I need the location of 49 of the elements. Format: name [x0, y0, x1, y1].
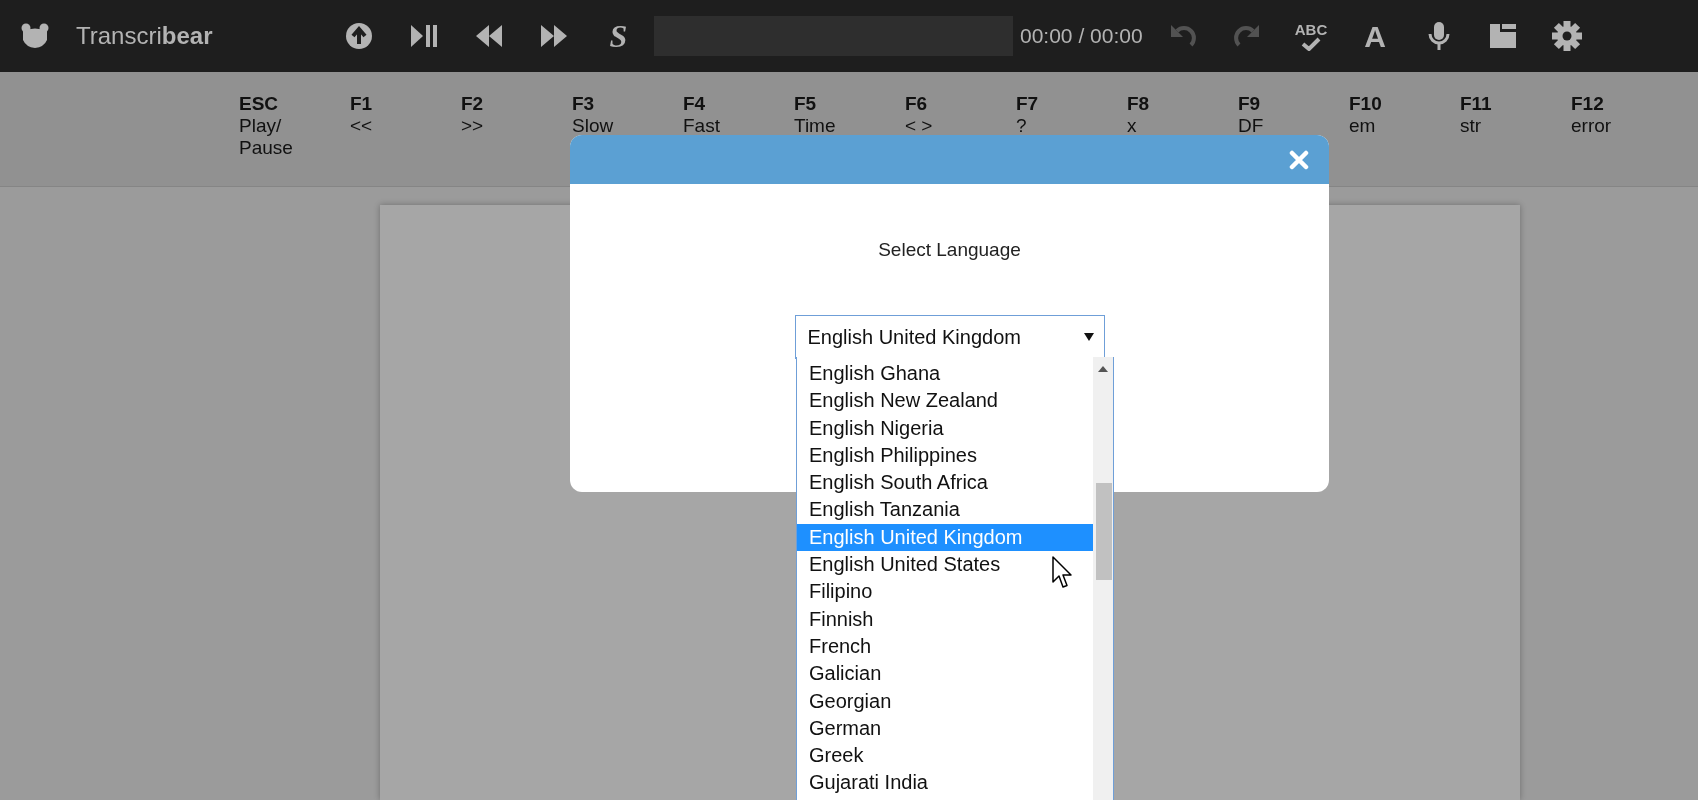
dialog-prompt: Select Language	[877, 238, 1022, 262]
time-display: 00:00 / 00:00	[1019, 23, 1144, 50]
hotkey-key: F7	[1016, 93, 1127, 115]
dropdown-option[interactable]: Greek	[797, 742, 1095, 770]
hotkey-label: Slow	[572, 114, 615, 137]
dropdown-option[interactable]: English South Africa	[797, 469, 1095, 497]
hotkey-key: ESC	[239, 93, 350, 115]
dropdown-option[interactable]: English Philippines	[797, 441, 1095, 470]
hotkey-label: Play/ Pause	[239, 114, 294, 159]
hotkey-key: F3	[572, 93, 683, 115]
hotkey-label: x	[1127, 114, 1138, 137]
hotkey-key: F4	[683, 93, 794, 115]
hotkey-label: ?	[1016, 114, 1028, 137]
dropdown-option[interactable]: Georgian	[797, 687, 1095, 715]
app-title: Transcribear	[76, 21, 214, 51]
dropdown-option[interactable]: English Ghana	[797, 360, 1095, 388]
hotkey-key: F2	[461, 93, 572, 115]
slow-button[interactable]: S	[586, 11, 651, 61]
hotkey-key: F8	[1127, 93, 1238, 115]
hotkey-key: F1	[350, 93, 461, 115]
spellcheck-button[interactable]: ABC	[1279, 11, 1343, 61]
hotkey-key: F9	[1238, 93, 1349, 115]
hotkey-label: em	[1349, 114, 1377, 137]
dropdown-option[interactable]: English New Zealand	[797, 387, 1095, 415]
dropdown-option[interactable]: German	[797, 714, 1095, 743]
hotkey-label: error	[1571, 114, 1613, 137]
hotkey-label: Time	[794, 114, 837, 137]
dropdown-option[interactable]: English Tanzania	[797, 496, 1095, 524]
language-select[interactable]: English United Kingdom	[794, 314, 1105, 359]
hotkey-key: F5	[794, 93, 905, 115]
dropdown-option[interactable]: French	[797, 632, 1095, 661]
dropdown-option[interactable]: Gujarati India	[797, 769, 1095, 797]
spellcheck-label: ABC	[1294, 21, 1328, 37]
dropdown-option[interactable]: English Nigeria	[797, 414, 1095, 442]
dropdown-option[interactable]: Filipino	[797, 578, 1095, 606]
dropdown-option[interactable]: Galician	[797, 660, 1095, 688]
hotkey-label: >>	[461, 114, 485, 137]
dropdown-option[interactable]: English United States	[797, 551, 1095, 579]
hotkey-key: F10	[1349, 93, 1460, 115]
hotkey-label: str	[1460, 114, 1483, 137]
hotkey-key: F6	[905, 93, 1016, 115]
hotkey-key: F11	[1460, 93, 1571, 115]
hotkey-label: <<	[350, 114, 374, 137]
hotkey-label: DF	[1238, 114, 1265, 137]
font-button[interactable]: A	[1343, 11, 1407, 61]
hotkey-label: < >	[905, 114, 934, 137]
dropdown-option[interactable]: Finnish	[797, 605, 1095, 633]
hotkey-key: F12	[1571, 93, 1682, 115]
hotkey-label: Fast	[683, 114, 721, 137]
